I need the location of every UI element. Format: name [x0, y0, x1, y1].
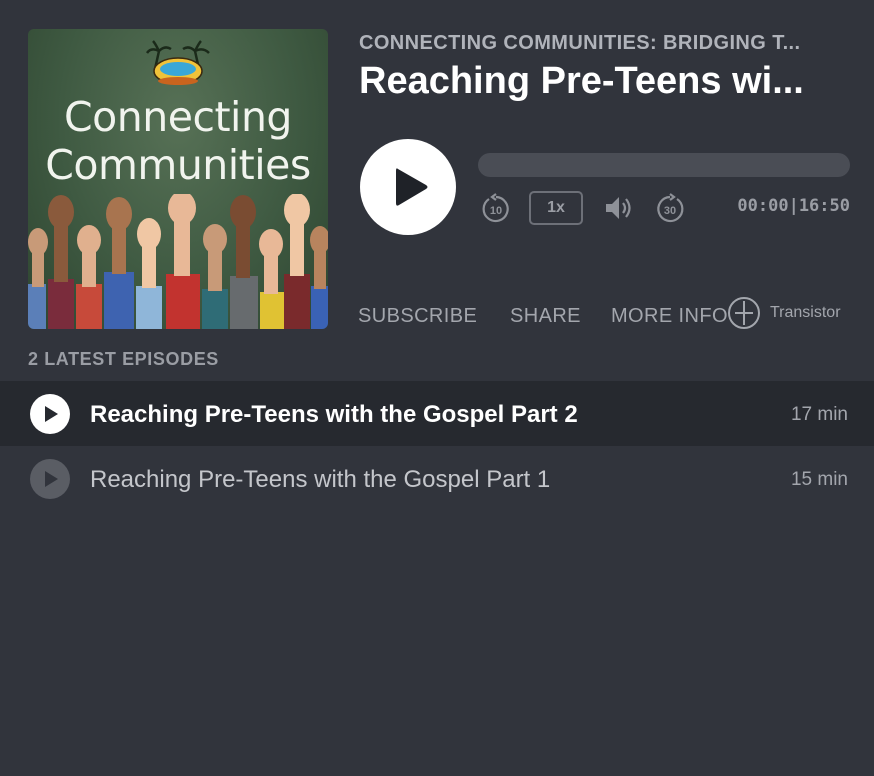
speed-button[interactable]: 1x	[529, 191, 583, 225]
rewind-button[interactable]: 10	[480, 193, 512, 225]
rewind-seconds: 10	[490, 205, 502, 217]
episode-play-button[interactable]	[30, 394, 70, 434]
play-icon	[45, 406, 58, 422]
forward-30-icon: 30	[657, 193, 684, 223]
time-display: 00:00|16:50	[717, 196, 850, 216]
episode-duration: 17 min	[790, 404, 848, 425]
play-icon	[45, 471, 58, 487]
progress-bar[interactable]	[478, 153, 850, 177]
total-time: 16:50	[798, 196, 850, 216]
show-title: CONNECTING COMMUNITIES: BRIDGING T...	[359, 32, 801, 54]
raised-hands-illustration	[28, 194, 328, 329]
volume-button[interactable]	[603, 193, 633, 223]
episode-duration: 15 min	[790, 469, 848, 490]
episode-title: Reaching Pre-Teens with the Gospel Part …	[90, 401, 578, 428]
volume-icon	[606, 197, 631, 219]
transistor-label: Transistor	[770, 304, 841, 321]
more-info-link[interactable]: MORE INFO	[611, 305, 728, 328]
play-button[interactable]	[360, 139, 456, 235]
transistor-logo-icon	[728, 297, 760, 329]
episode-title: Reaching Pre-Teens wi...	[359, 60, 804, 102]
share-link[interactable]: SHARE	[510, 305, 581, 328]
podcast-player: Connecting Communities CONNECTING COMMUN…	[0, 0, 874, 776]
subscribe-link[interactable]: SUBSCRIBE	[358, 305, 477, 328]
time-separator: |	[788, 196, 799, 216]
episode-row[interactable]: Reaching Pre-Teens with the Gospel Part …	[0, 381, 874, 446]
episode-row[interactable]: Reaching Pre-Teens with the Gospel Part …	[0, 446, 874, 511]
current-time: 00:00	[737, 196, 789, 216]
episode-title: Reaching Pre-Teens with the Gospel Part …	[90, 466, 551, 493]
episode-list: Reaching Pre-Teens with the Gospel Part …	[0, 381, 874, 511]
artwork-title: Connecting Communities	[28, 93, 328, 189]
episodes-heading: 2 LATEST EPISODES	[28, 349, 219, 369]
podcast-artwork: Connecting Communities	[28, 29, 328, 329]
play-icon	[396, 168, 428, 206]
artwork-title-line2: Communities	[45, 141, 311, 189]
forward-seconds: 30	[664, 205, 676, 217]
episode-play-button[interactable]	[30, 459, 70, 499]
forward-button[interactable]: 30	[654, 193, 686, 225]
kids-beach-club-logo	[145, 40, 210, 85]
artwork-title-line1: Connecting	[64, 93, 292, 141]
rewind-10-icon: 10	[482, 193, 509, 223]
